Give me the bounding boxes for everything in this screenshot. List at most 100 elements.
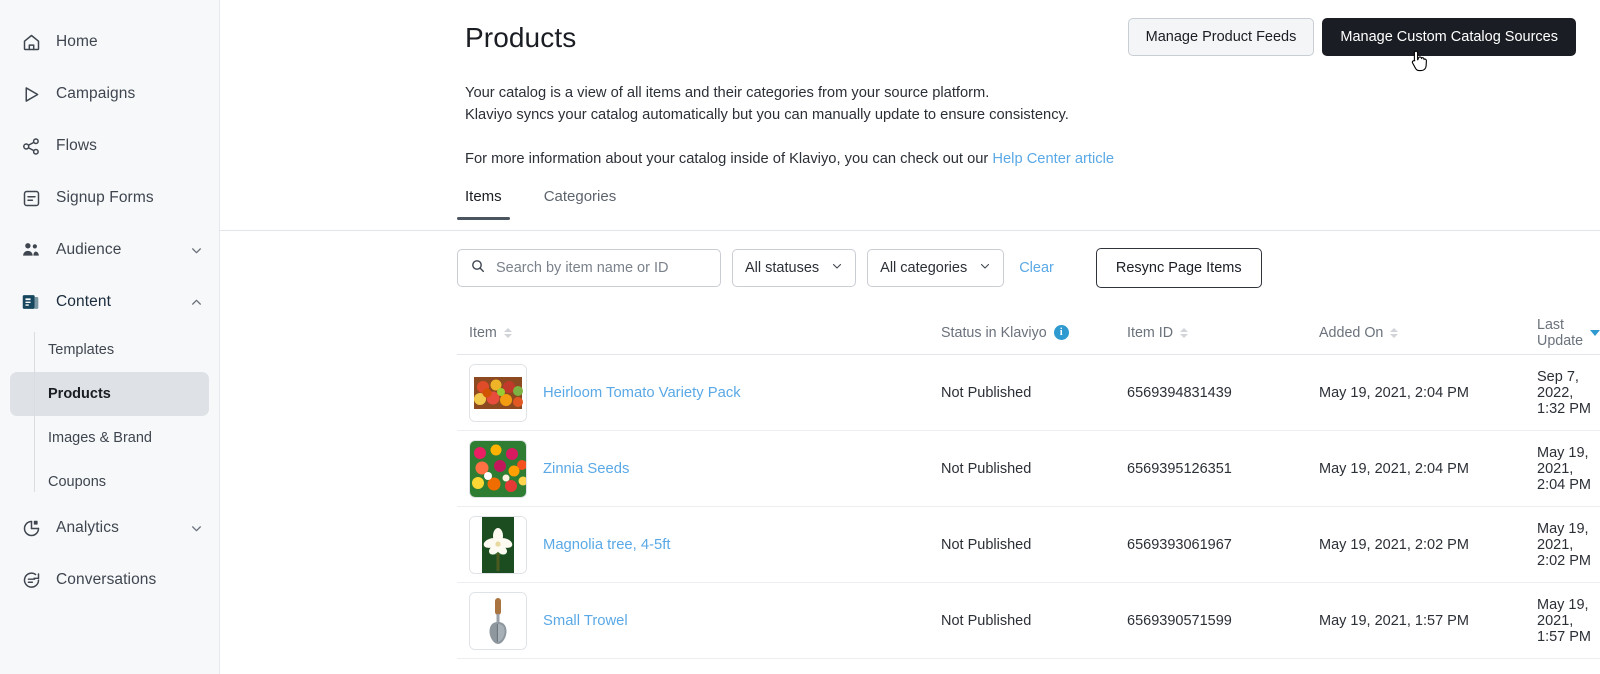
- manage-product-feeds-button[interactable]: Manage Product Feeds: [1128, 18, 1315, 56]
- table-row[interactable]: Zinnia Seeds Not Published 6569395126351…: [457, 431, 1600, 507]
- sidebar-item-label-signup-forms: Signup Forms: [56, 189, 203, 207]
- table-cell-item-id: 6569393061967: [1127, 537, 1319, 553]
- product-name-link[interactable]: Small Trowel: [543, 613, 628, 629]
- column-header-status-label: Status in Klaviyo: [941, 325, 1047, 341]
- main-content: Products Manage Product Feeds Manage Cus…: [220, 0, 1600, 674]
- page-title: Products: [465, 22, 576, 54]
- tab-items[interactable]: Items: [457, 188, 510, 219]
- sidebar-subitem-label-products: Products: [48, 386, 111, 402]
- column-header-item-id-label: Item ID: [1127, 325, 1173, 341]
- table-cell-item-id: 6569394831439: [1127, 385, 1319, 401]
- product-name-link[interactable]: Heirloom Tomato Variety Pack: [543, 385, 741, 401]
- table-cell-item-id: 6569395126351: [1127, 461, 1319, 477]
- column-header-added-on-label: Added On: [1319, 325, 1383, 341]
- category-filter-select[interactable]: All categories: [867, 249, 1004, 287]
- audience-icon: [20, 239, 42, 261]
- table-header-row: Item Status in Klaviyo i Item ID Added O…: [457, 311, 1600, 355]
- description-line-1: Your catalog is a view of all items and …: [465, 82, 1114, 104]
- column-header-item-label: Item: [469, 325, 497, 341]
- sidebar-item-flows[interactable]: Flows: [0, 126, 219, 166]
- tab-categories[interactable]: Categories: [536, 188, 625, 219]
- search-input-placeholder: Search by item name or ID: [496, 260, 668, 276]
- product-name-link[interactable]: Magnolia tree, 4-5ft: [543, 537, 671, 553]
- sidebar-item-coupons[interactable]: Coupons: [10, 460, 209, 504]
- column-header-status-in-klaviyo[interactable]: Status in Klaviyo i: [941, 325, 1127, 341]
- help-center-article-link[interactable]: Help Center article: [992, 151, 1114, 167]
- table-cell-added-on: May 19, 2021, 2:04 PM: [1319, 461, 1537, 477]
- description-line-3-text: For more information about your catalog …: [465, 151, 992, 167]
- chevron-down-icon[interactable]: [189, 521, 203, 535]
- table-cell-last-update: May 19, 2021, 2:02 PM: [1537, 521, 1600, 569]
- table-cell-item: Magnolia tree, 4-5ft: [469, 516, 941, 574]
- status-filter-value: All statuses: [745, 260, 819, 276]
- sidebar-item-signup-forms[interactable]: Signup Forms: [0, 178, 219, 218]
- search-icon: [470, 258, 486, 279]
- content-icon: [20, 291, 42, 313]
- table-cell-added-on: May 19, 2021, 2:04 PM: [1319, 385, 1537, 401]
- table-row[interactable]: Small Trowel Not Published 6569390571599…: [457, 583, 1600, 659]
- header-actions: Manage Product Feeds Manage Custom Catal…: [1128, 18, 1576, 56]
- sidebar-item-home[interactable]: Home: [0, 22, 219, 62]
- table-cell-item: Heirloom Tomato Variety Pack: [469, 364, 941, 422]
- table-cell-status: Not Published: [941, 385, 1127, 401]
- description-line-3: For more information about your catalog …: [465, 148, 1114, 170]
- sidebar-item-products[interactable]: Products: [10, 372, 209, 416]
- sidebar-subitem-label-images-and-brand: Images & Brand: [48, 430, 152, 446]
- chevron-down-icon: [831, 260, 843, 276]
- sidebar-subitem-label-templates: Templates: [48, 342, 114, 358]
- sidebar-item-label-content: Content: [56, 293, 175, 311]
- sidebar-subitem-label-coupons: Coupons: [48, 474, 106, 490]
- sidebar-item-label-home: Home: [56, 33, 203, 51]
- table-cell-status: Not Published: [941, 537, 1127, 553]
- sort-icon[interactable]: [1180, 328, 1188, 338]
- products-table: Item Status in Klaviyo i Item ID Added O…: [457, 311, 1600, 659]
- sidebar-item-content[interactable]: Content: [0, 282, 219, 322]
- manage-custom-catalog-sources-button[interactable]: Manage Custom Catalog Sources: [1322, 18, 1576, 56]
- column-header-item[interactable]: Item: [469, 325, 941, 341]
- sidebar-item-analytics[interactable]: Analytics: [0, 508, 219, 548]
- table-cell-added-on: May 19, 2021, 1:57 PM: [1319, 613, 1537, 629]
- sidebar-item-campaigns[interactable]: Campaigns: [0, 74, 219, 114]
- sidebar-item-images-and-brand[interactable]: Images & Brand: [10, 416, 209, 460]
- home-icon: [20, 31, 42, 53]
- description-block: Your catalog is a view of all items and …: [465, 82, 1114, 170]
- chevron-up-icon[interactable]: [189, 295, 203, 309]
- sidebar: Home Campaigns Flows: [0, 0, 220, 674]
- conversations-icon: [20, 569, 42, 591]
- table-cell-item: Small Trowel: [469, 592, 941, 650]
- product-thumbnail-tomatoes: [469, 364, 527, 422]
- sidebar-item-templates[interactable]: Templates: [10, 328, 209, 372]
- product-thumbnail-trowel: [469, 592, 527, 650]
- sidebar-item-audience[interactable]: Audience: [0, 230, 219, 270]
- status-filter-select[interactable]: All statuses: [732, 249, 856, 287]
- tab-bar: Items Categories: [220, 188, 1600, 231]
- clear-filters-link[interactable]: Clear: [1019, 260, 1054, 276]
- column-header-last-update[interactable]: Last Update: [1537, 317, 1600, 349]
- search-input[interactable]: Search by item name or ID: [457, 249, 721, 287]
- sort-icon[interactable]: [1390, 328, 1398, 338]
- product-name-link[interactable]: Zinnia Seeds: [543, 461, 629, 477]
- table-cell-item: Zinnia Seeds: [469, 440, 941, 498]
- sidebar-item-label-analytics: Analytics: [56, 519, 175, 537]
- table-cell-last-update: May 19, 2021, 1:57 PM: [1537, 597, 1600, 645]
- column-header-added-on[interactable]: Added On: [1319, 325, 1537, 341]
- product-thumbnail-zinnia: [469, 440, 527, 498]
- table-cell-status: Not Published: [941, 461, 1127, 477]
- sidebar-item-conversations[interactable]: Conversations: [0, 560, 219, 600]
- filter-bar: Search by item name or ID All statuses A…: [457, 248, 1576, 288]
- table-row[interactable]: Heirloom Tomato Variety Pack Not Publish…: [457, 355, 1600, 431]
- sort-icon[interactable]: [504, 328, 512, 338]
- description-line-2: Klaviyo syncs your catalog automatically…: [465, 104, 1114, 126]
- category-filter-value: All categories: [880, 260, 967, 276]
- column-header-item-id[interactable]: Item ID: [1127, 325, 1319, 341]
- chevron-down-icon[interactable]: [189, 243, 203, 257]
- table-cell-item-id: 6569390571599: [1127, 613, 1319, 629]
- analytics-icon: [20, 517, 42, 539]
- sort-descending-icon[interactable]: [1590, 330, 1600, 336]
- resync-page-items-button[interactable]: Resync Page Items: [1096, 248, 1262, 288]
- sidebar-item-label-conversations: Conversations: [56, 571, 203, 589]
- table-row[interactable]: Magnolia tree, 4-5ft Not Published 65693…: [457, 507, 1600, 583]
- sidebar-item-label-audience: Audience: [56, 241, 175, 259]
- info-icon[interactable]: i: [1054, 325, 1069, 340]
- signup-forms-icon: [20, 187, 42, 209]
